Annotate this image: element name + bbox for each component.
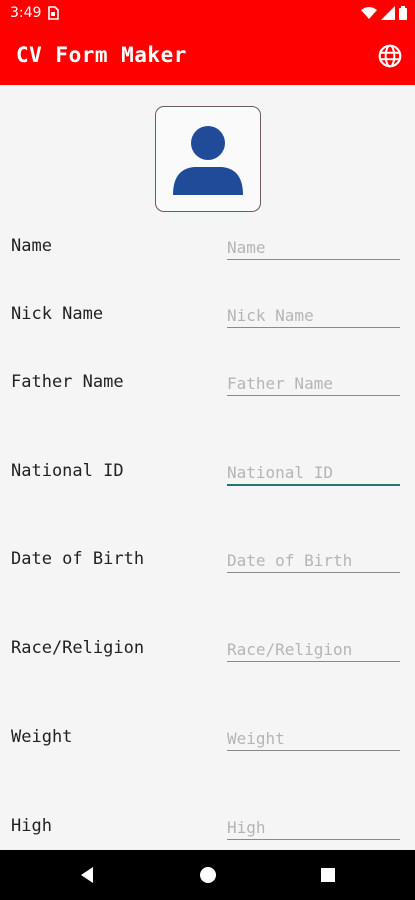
height-input[interactable] — [227, 815, 400, 840]
weight-input[interactable] — [227, 726, 400, 751]
status-icons — [361, 6, 407, 20]
father-name-input[interactable] — [227, 371, 400, 396]
navigation-bar — [0, 850, 415, 900]
app-bar: CV Form Maker — [0, 28, 415, 85]
globe-icon[interactable] — [377, 43, 403, 69]
weight-label: Weight — [11, 727, 73, 747]
signal-icon — [381, 6, 395, 20]
status-time: 3:49 — [10, 5, 42, 21]
race-religion-input[interactable] — [227, 637, 400, 662]
wifi-icon — [361, 7, 377, 19]
profile-photo-button[interactable] — [155, 106, 261, 212]
height-label: High — [11, 816, 52, 836]
status-bar: 3:49 — [0, 0, 415, 28]
date-of-birth-input[interactable] — [227, 548, 400, 573]
nick-name-input[interactable] — [227, 303, 400, 328]
name-label: Name — [11, 236, 52, 256]
father-name-label: Father Name — [11, 372, 124, 392]
date-of-birth-label: Date of Birth — [11, 549, 145, 569]
recents-icon[interactable] — [318, 865, 338, 885]
sim-icon — [48, 6, 59, 20]
back-icon[interactable] — [78, 865, 98, 885]
race-religion-label: Race/Religion — [11, 638, 145, 658]
national-id-input[interactable] — [227, 460, 400, 486]
home-icon[interactable] — [198, 865, 218, 885]
name-input[interactable] — [227, 235, 400, 260]
battery-icon — [399, 6, 407, 20]
national-id-label: National ID — [11, 461, 124, 481]
nick-name-label: Nick Name — [11, 304, 104, 324]
app-title: CV Form Maker — [16, 43, 187, 67]
person-icon — [173, 126, 243, 195]
